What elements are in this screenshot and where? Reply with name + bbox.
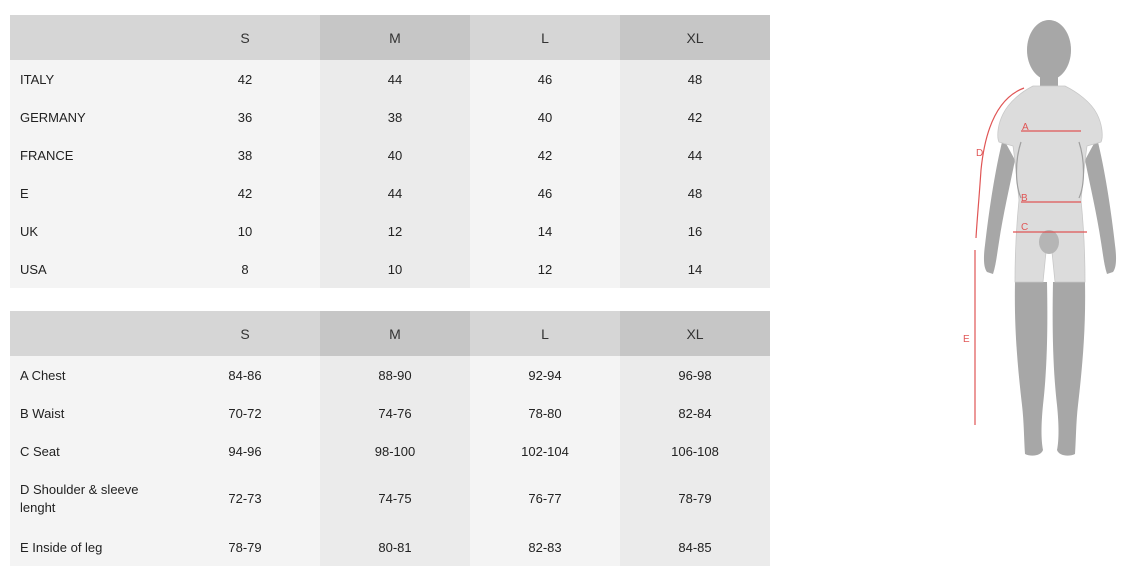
- header-size-l: L: [470, 311, 620, 356]
- table-cell: 88-90: [320, 356, 470, 394]
- header-size-s: S: [170, 15, 320, 60]
- row-label: D Shoulder & sleeve lenght: [10, 470, 170, 528]
- table-cell: 42: [620, 98, 770, 136]
- marker-d: D: [976, 148, 983, 159]
- crotch-shadow: [1039, 230, 1059, 254]
- header-size-m: M: [320, 15, 470, 60]
- size-conversion-table: S M L XL ITALY 42 44 46 48 GERMANY 36 38…: [10, 15, 770, 288]
- table-row: A Chest 84-86 88-90 92-94 96-98: [10, 356, 770, 394]
- row-label: UK: [10, 212, 170, 250]
- table-cell: 72-73: [170, 470, 320, 528]
- table-cell: 44: [320, 174, 470, 212]
- table-cell: 92-94: [470, 356, 620, 394]
- table-cell: 70-72: [170, 394, 320, 432]
- table-cell: 74-76: [320, 394, 470, 432]
- table-cell: 84-85: [620, 528, 770, 566]
- table-cell: 44: [620, 136, 770, 174]
- table-row: E 42 44 46 48: [10, 174, 770, 212]
- marker-e: E: [963, 334, 970, 345]
- table-cell: 82-83: [470, 528, 620, 566]
- table-cell: 14: [620, 250, 770, 288]
- table-row: USA 8 10 12 14: [10, 250, 770, 288]
- table-cell: 12: [470, 250, 620, 288]
- table-cell: 78-79: [170, 528, 320, 566]
- table-cell: 96-98: [620, 356, 770, 394]
- row-label: E: [10, 174, 170, 212]
- table-cell: 40: [320, 136, 470, 174]
- header-size-m: M: [320, 311, 470, 356]
- row-label: USA: [10, 250, 170, 288]
- row-label: E Inside of leg: [10, 528, 170, 566]
- table-cell: 16: [620, 212, 770, 250]
- table-row: FRANCE 38 40 42 44: [10, 136, 770, 174]
- table-cell: 78-79: [620, 470, 770, 528]
- table-cell: 106-108: [620, 432, 770, 470]
- table-cell: 40: [470, 98, 620, 136]
- table-cell: 8: [170, 250, 320, 288]
- table-row: B Waist 70-72 74-76 78-80 82-84: [10, 394, 770, 432]
- row-label: GERMANY: [10, 98, 170, 136]
- table-cell: 76-77: [470, 470, 620, 528]
- table-cell: 80-81: [320, 528, 470, 566]
- table-cell: 48: [620, 174, 770, 212]
- table-cell: 42: [470, 136, 620, 174]
- figure-svg: A B C D E: [963, 20, 1117, 456]
- table-row: D Shoulder & sleeve lenght 72-73 74-75 7…: [10, 470, 770, 528]
- marker-b: B: [1021, 193, 1028, 204]
- left-leg: [1014, 282, 1048, 456]
- table-row: GERMANY 36 38 40 42: [10, 98, 770, 136]
- table-cell: 42: [170, 174, 320, 212]
- table-cell: 36: [170, 98, 320, 136]
- marker-a: A: [1022, 122, 1029, 133]
- row-label: B Waist: [10, 394, 170, 432]
- body-measurement-figure: A B C D E: [955, 10, 1130, 465]
- table-cell: 14: [470, 212, 620, 250]
- table-row: E Inside of leg 78-79 80-81 82-83 84-85: [10, 528, 770, 566]
- table-cell: 94-96: [170, 432, 320, 470]
- right-leg: [1052, 282, 1086, 456]
- table-cell: 12: [320, 212, 470, 250]
- row-label: ITALY: [10, 60, 170, 98]
- table-cell: 10: [170, 212, 320, 250]
- table-cell: 38: [320, 98, 470, 136]
- table-cell: 46: [470, 60, 620, 98]
- table-cell: 98-100: [320, 432, 470, 470]
- marker-c: C: [1021, 222, 1028, 233]
- table-cell: 82-84: [620, 394, 770, 432]
- table-cell: 46: [470, 174, 620, 212]
- header-size-l: L: [470, 15, 620, 60]
- header-blank: [10, 311, 170, 356]
- table-cell: 42: [170, 60, 320, 98]
- table-cell: 102-104: [470, 432, 620, 470]
- table-cell: 10: [320, 250, 470, 288]
- header-size-xl: XL: [620, 15, 770, 60]
- row-label: FRANCE: [10, 136, 170, 174]
- table-cell: 38: [170, 136, 320, 174]
- table-cell: 44: [320, 60, 470, 98]
- left-arm: [983, 138, 1015, 274]
- table-header-row: S M L XL: [10, 15, 770, 60]
- right-arm: [1085, 138, 1117, 274]
- header-size-s: S: [170, 311, 320, 356]
- row-label: C Seat: [10, 432, 170, 470]
- table-cell: 48: [620, 60, 770, 98]
- row-label: A Chest: [10, 356, 170, 394]
- table-cell: 78-80: [470, 394, 620, 432]
- table-row: ITALY 42 44 46 48: [10, 60, 770, 98]
- head: [1027, 20, 1071, 80]
- table-cell: 84-86: [170, 356, 320, 394]
- table-header-row: S M L XL: [10, 311, 770, 356]
- body-measurements-table: S M L XL A Chest 84-86 88-90 92-94 96-98…: [10, 311, 770, 566]
- table-row: UK 10 12 14 16: [10, 212, 770, 250]
- header-blank: [10, 15, 170, 60]
- header-size-xl: XL: [620, 311, 770, 356]
- table-row: C Seat 94-96 98-100 102-104 106-108: [10, 432, 770, 470]
- table-cell: 74-75: [320, 470, 470, 528]
